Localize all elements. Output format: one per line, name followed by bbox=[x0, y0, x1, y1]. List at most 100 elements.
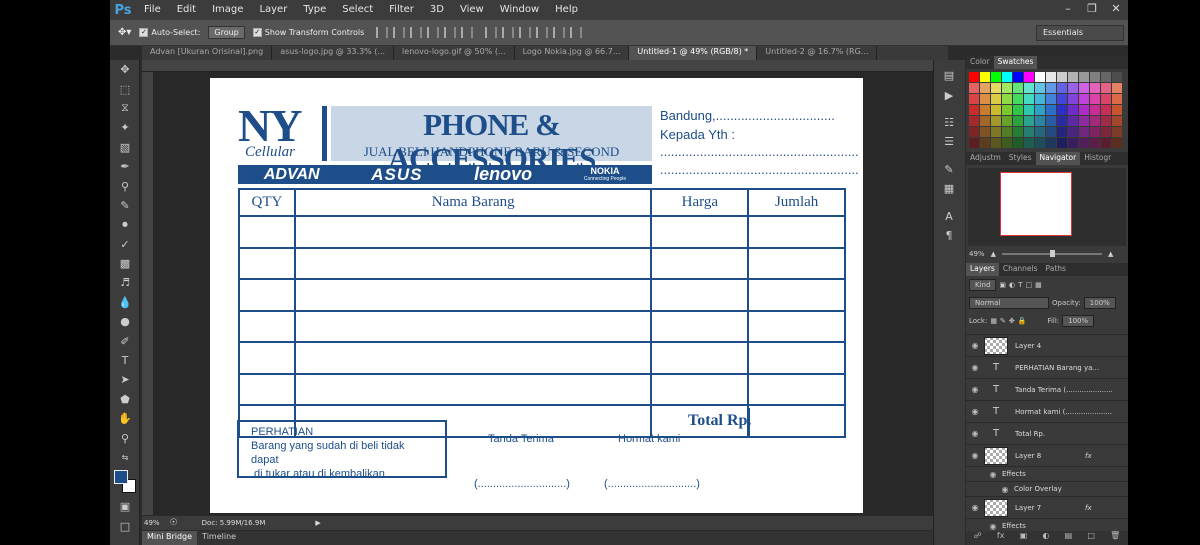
color-swatch[interactable] bbox=[1079, 105, 1089, 115]
opacity-field[interactable]: 100% bbox=[1083, 297, 1116, 309]
color-swatch[interactable] bbox=[991, 72, 1001, 82]
layer-name[interactable]: Tanda Terima (..................... bbox=[1015, 386, 1113, 394]
status-menu-arrow-icon[interactable]: ▶ bbox=[315, 519, 320, 527]
menu-filter[interactable]: Filter bbox=[381, 0, 422, 20]
color-swatch[interactable] bbox=[1024, 72, 1034, 82]
zoom-level[interactable]: 49% bbox=[144, 519, 160, 527]
eraser-tool-icon[interactable]: ▩ bbox=[110, 254, 140, 273]
color-swatch[interactable] bbox=[1002, 105, 1012, 115]
tab-nokia-logo[interactable]: Logo Nokia.jpg @ 66.7... bbox=[515, 46, 630, 60]
minimize-icon[interactable]: – bbox=[1056, 0, 1080, 18]
visibility-eye-icon[interactable]: ◉ bbox=[966, 407, 984, 416]
new-layer-icon[interactable]: □ bbox=[1087, 531, 1095, 545]
color-swatch[interactable] bbox=[969, 83, 979, 93]
color-swatch[interactable] bbox=[1046, 116, 1056, 126]
menu-layer[interactable]: Layer bbox=[251, 0, 295, 20]
color-swatch[interactable] bbox=[1035, 94, 1045, 104]
color-swatch[interactable] bbox=[1013, 127, 1023, 137]
menu-help[interactable]: Help bbox=[547, 0, 586, 20]
marquee-tool-icon[interactable]: ⬚ bbox=[110, 79, 140, 98]
color-swatch[interactable] bbox=[1101, 127, 1111, 137]
color-swatch[interactable] bbox=[1057, 116, 1067, 126]
color-swatch[interactable] bbox=[1068, 105, 1078, 115]
layer-name[interactable]: Layer 7 bbox=[1015, 504, 1085, 512]
zoom-out-icon[interactable]: ▲ bbox=[991, 250, 996, 258]
menu-image[interactable]: Image bbox=[204, 0, 251, 20]
zoom-tool-icon[interactable]: ⚲ bbox=[110, 428, 140, 447]
color-swatch[interactable] bbox=[1057, 83, 1067, 93]
color-swatch[interactable] bbox=[1101, 116, 1111, 126]
color-swatch[interactable] bbox=[991, 83, 1001, 93]
move-tool-icon[interactable]: ✥▾ bbox=[118, 27, 131, 38]
menu-file[interactable]: File bbox=[136, 0, 169, 20]
adjust-panel-icon[interactable]: ☷ bbox=[934, 113, 964, 132]
history-brush-tool-icon[interactable]: ✓ bbox=[110, 235, 140, 254]
show-transform-checkbox[interactable]: ✓ bbox=[252, 28, 262, 37]
tab-mini-bridge[interactable]: Mini Bridge bbox=[142, 531, 198, 545]
layer-row[interactable]: ◉ T Tanda Terima (..................... bbox=[966, 378, 1128, 400]
color-swatch[interactable] bbox=[1090, 105, 1100, 115]
visibility-eye-icon[interactable]: ◉ bbox=[984, 470, 1002, 479]
color-swatch[interactable] bbox=[1101, 138, 1111, 148]
color-swatch[interactable] bbox=[1090, 138, 1100, 148]
layer-kind-filter[interactable]: Kind bbox=[969, 279, 997, 291]
menu-select[interactable]: Select bbox=[334, 0, 381, 20]
align-left-icon[interactable] bbox=[427, 27, 440, 38]
color-swatch[interactable] bbox=[1002, 138, 1012, 148]
color-swatch[interactable] bbox=[1057, 138, 1067, 148]
quick-mask-icon[interactable]: ▣ bbox=[110, 497, 140, 516]
color-swatch[interactable] bbox=[1090, 116, 1100, 126]
menu-view[interactable]: View bbox=[452, 0, 492, 20]
history-panel-icon[interactable]: ▤ bbox=[934, 66, 964, 85]
restore-icon[interactable]: ❐ bbox=[1080, 0, 1104, 18]
color-swatch[interactable] bbox=[1057, 127, 1067, 137]
color-swatch[interactable] bbox=[1046, 105, 1056, 115]
visibility-eye-icon[interactable]: ◉ bbox=[966, 503, 984, 512]
distribute-right-icon[interactable] bbox=[570, 27, 583, 38]
color-swatch[interactable] bbox=[969, 94, 979, 104]
layer-name[interactable]: Total Rp. bbox=[1015, 430, 1045, 438]
dodge-tool-icon[interactable]: ● bbox=[110, 312, 140, 331]
color-swatch[interactable] bbox=[1002, 116, 1012, 126]
brush-tool-icon[interactable]: ✎ bbox=[110, 196, 140, 215]
lock-all-icon[interactable]: 🔒 bbox=[1018, 317, 1027, 325]
clone-stamp-tool-icon[interactable]: ⏺ bbox=[110, 215, 140, 234]
lasso-tool-icon[interactable]: ⧖ bbox=[110, 99, 140, 118]
layer-row[interactable]: ◉ T Total Rp. bbox=[966, 422, 1128, 444]
move-tool-icon[interactable]: ✥ bbox=[110, 60, 140, 79]
crop-tool-icon[interactable]: ▧ bbox=[110, 138, 140, 157]
color-swatch[interactable] bbox=[969, 105, 979, 115]
distribute-left-icon[interactable] bbox=[536, 27, 549, 38]
healing-tool-icon[interactable]: ⚲ bbox=[110, 176, 140, 195]
tab-adjustments[interactable]: Adjustm bbox=[966, 152, 1005, 165]
color-swatch[interactable] bbox=[1002, 127, 1012, 137]
color-swatch[interactable] bbox=[1035, 116, 1045, 126]
tab-color[interactable]: Color bbox=[966, 56, 994, 69]
color-swatch[interactable] bbox=[1090, 94, 1100, 104]
color-swatch[interactable] bbox=[1090, 72, 1100, 82]
color-swatch[interactable] bbox=[991, 116, 1001, 126]
align-hcenter-icon[interactable] bbox=[444, 27, 457, 38]
color-swatch[interactable] bbox=[1079, 138, 1089, 148]
color-swatch[interactable] bbox=[1079, 94, 1089, 104]
color-swatch[interactable] bbox=[1090, 83, 1100, 93]
color-swatch[interactable] bbox=[1024, 138, 1034, 148]
delete-layer-icon[interactable]: 🗑 bbox=[1110, 531, 1120, 545]
color-swatch[interactable] bbox=[1024, 105, 1034, 115]
fill-field[interactable]: 100% bbox=[1062, 315, 1095, 327]
close-icon[interactable]: ✕ bbox=[1104, 0, 1128, 18]
distribute-top-icon[interactable] bbox=[485, 27, 498, 38]
tab-untitled-2[interactable]: Untitled-2 @ 16.7% (RG... bbox=[757, 46, 878, 60]
color-swatch[interactable] bbox=[969, 127, 979, 137]
doc-size[interactable]: Doc: 5.99M/16.9M bbox=[202, 519, 266, 527]
color-swatch[interactable] bbox=[1013, 83, 1023, 93]
tab-styles[interactable]: Styles bbox=[1005, 152, 1036, 165]
color-swatch[interactable] bbox=[1112, 72, 1122, 82]
color-swatch[interactable] bbox=[1024, 83, 1034, 93]
quick-select-tool-icon[interactable]: ✦ bbox=[110, 118, 140, 137]
color-swatch[interactable] bbox=[1035, 138, 1045, 148]
tab-swatches[interactable]: Swatches bbox=[993, 56, 1038, 69]
visibility-eye-icon[interactable]: ◉ bbox=[996, 485, 1014, 494]
layer-row[interactable]: ◉ Layer 8 fx bbox=[966, 444, 1128, 466]
lock-image-icon[interactable]: ✎ bbox=[1000, 317, 1006, 325]
